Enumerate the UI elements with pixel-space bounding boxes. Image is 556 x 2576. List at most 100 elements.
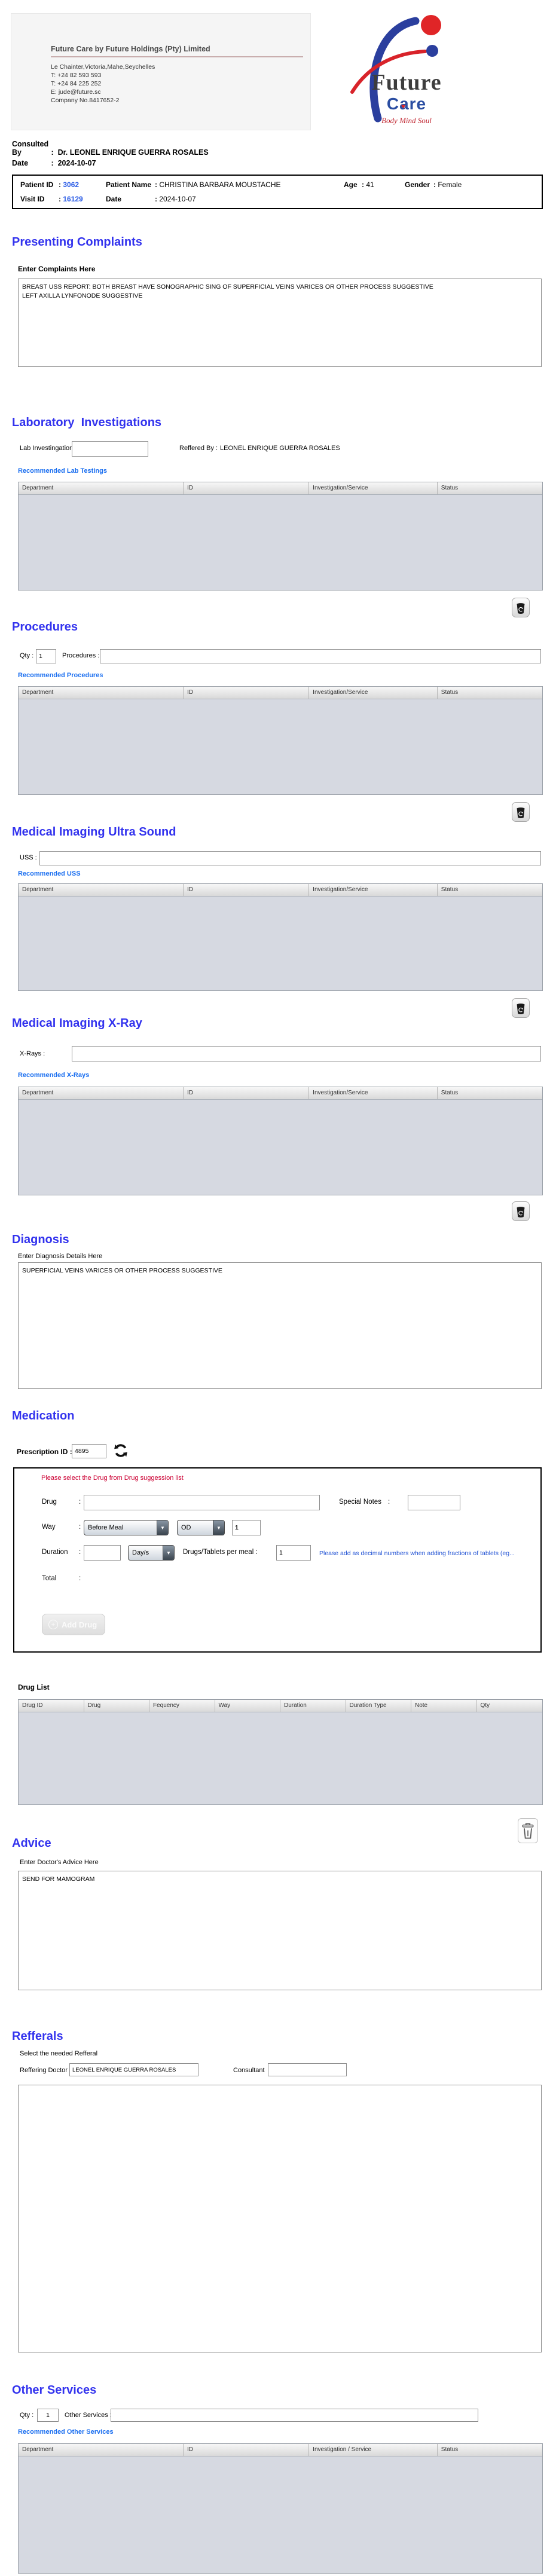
procedures-table-body[interactable] [19, 699, 542, 795]
section-title-diagnosis: Diagnosis [12, 1233, 69, 1247]
section-title-refferals: Refferals [12, 2030, 63, 2043]
col-investigation: Investigation/Service [309, 1087, 438, 1099]
way-meal-select[interactable]: Before Meal ▼ [84, 1520, 169, 1535]
patient-id-value: 3062 [63, 180, 79, 189]
uss-table-body[interactable] [19, 897, 542, 991]
consultant-input[interactable] [268, 2063, 347, 2076]
colon: : [79, 1523, 81, 1531]
xray-input[interactable] [72, 1046, 541, 1061]
col-status: Status [438, 482, 542, 494]
patient-info-box: Patient ID: 3062 Patient Name: CHRISTINA… [12, 175, 543, 209]
lab-testings-table: Department ID Investigation/Service Stat… [18, 482, 543, 591]
recommended-uss-link: Recommended USS [18, 870, 81, 877]
refresh-prescription-button[interactable] [112, 1443, 129, 1460]
colon: : [51, 148, 53, 157]
prescription-id-input[interactable] [72, 1444, 106, 1458]
section-title-laboratory: Laboratory Investigations [12, 416, 161, 430]
heart-icon: ♥ [401, 102, 406, 111]
diagnosis-label: Enter Diagnosis Details Here [18, 1253, 102, 1260]
col-department: Department [19, 884, 184, 896]
xray-table-body[interactable] [19, 1100, 542, 1195]
colon: : [155, 195, 157, 203]
reffering-doctor-input[interactable] [69, 2063, 198, 2076]
consulted-by-value: Dr. LEONEL ENRIQUE GUERRA ROSALES [58, 148, 209, 157]
col-note: Note [411, 1700, 477, 1712]
age-label: Age [344, 180, 362, 189]
colon: : [155, 180, 157, 189]
gender-label: Gender [405, 180, 433, 189]
reffering-doctor-label: Reffering Doctor [20, 2067, 68, 2074]
duration-input[interactable] [84, 1545, 121, 1561]
company-name: Future Care by Future Holdings (Pty) Lim… [51, 45, 210, 53]
logo-future-text: Future [344, 69, 469, 96]
plus-icon: + [48, 1620, 58, 1629]
visit-id-value: 16129 [63, 195, 83, 203]
section-title-xray: Medical Imaging X-Ray [12, 1017, 142, 1030]
xray-delete-button[interactable] [512, 1201, 530, 1221]
other-qty-input[interactable] [37, 2409, 59, 2422]
trash-outline-icon [521, 1822, 535, 1840]
complaints-textarea[interactable]: BREAST USS REPORT: BOTH BREAST HAVE SONO… [18, 279, 542, 367]
other-services-table-body[interactable] [19, 2456, 542, 2574]
consult-date-row: Date : 2024-10-07 [12, 159, 96, 167]
col-id: ID [184, 687, 309, 699]
uss-delete-button[interactable] [512, 998, 530, 1018]
drug-input[interactable] [84, 1495, 320, 1510]
procedures-delete-button[interactable] [512, 802, 530, 822]
uss-input[interactable] [39, 851, 541, 865]
col-department: Department [19, 482, 184, 494]
reffered-by-label: Reffered By : [179, 445, 218, 452]
trash-icon [515, 806, 526, 819]
col-way: Way [215, 1700, 281, 1712]
visit-id-label: Visit ID [20, 195, 59, 203]
section-title-medication: Medication [12, 1409, 74, 1423]
col-department: Department [19, 2444, 184, 2456]
drug-list-table: Drug ID Drug Fequency Way Duration Durat… [18, 1699, 543, 1805]
header-divider [51, 56, 303, 57]
special-notes-input[interactable] [408, 1495, 460, 1510]
trash-icon [515, 601, 526, 614]
visit-id-item: Visit ID: 16129 [20, 195, 83, 203]
company-logo: Future Care ♥ Body Mind Soul [344, 7, 469, 128]
procedures-input[interactable] [100, 649, 541, 663]
col-status: Status [438, 2444, 542, 2456]
colon: : [79, 1575, 81, 1582]
add-drug-button[interactable]: + Add Drug [42, 1614, 105, 1635]
duration-unit-select[interactable]: Day/s ▼ [128, 1545, 175, 1561]
gender-value: Female [438, 180, 462, 189]
per-meal-input[interactable] [276, 1545, 311, 1561]
refferal-list-box[interactable] [18, 2085, 542, 2352]
company-header: Future Care by Future Holdings (Pty) Lim… [11, 13, 311, 130]
col-status: Status [438, 687, 542, 699]
prescription-id-label: Prescription ID : [17, 1448, 72, 1456]
company-address: Le Chainter,Victoria,Mahe,Seychelles [51, 63, 155, 71]
lab-delete-button[interactable] [512, 598, 530, 617]
col-status: Status [438, 1087, 542, 1099]
col-id: ID [184, 2444, 309, 2456]
consultation-page: Future Care by Future Holdings (Pty) Lim… [0, 0, 556, 2576]
advice-textarea[interactable]: SEND FOR MAMOGRAM [18, 1871, 542, 1990]
colon: : [388, 1498, 390, 1506]
way-count-input[interactable] [232, 1520, 261, 1535]
table-header-row: Department ID Investigation/Service Stat… [19, 1087, 542, 1100]
patient-id-item: Patient ID: 3062 [20, 180, 79, 189]
col-id: ID [184, 1087, 309, 1099]
recommended-procedures-link: Recommended Procedures [18, 672, 103, 679]
table-header-row: Drug ID Drug Fequency Way Duration Durat… [19, 1700, 542, 1712]
section-title-uss: Medical Imaging Ultra Sound [12, 825, 176, 839]
procedures-qty-input[interactable] [36, 649, 56, 663]
other-services-input[interactable] [111, 2409, 478, 2422]
lab-testings-table-body[interactable] [19, 495, 542, 591]
lab-investigation-input[interactable] [72, 441, 148, 457]
company-phone-2: T: +24 84 225 252 [51, 79, 101, 88]
col-department: Department [19, 1087, 184, 1099]
procedures-table: Department ID Investigation/Service Stat… [18, 686, 543, 795]
colon: : [79, 1549, 81, 1556]
table-header-row: Department ID Investigation/Service Stat… [19, 687, 542, 699]
xray-table: Department ID Investigation/Service Stat… [18, 1087, 543, 1195]
way-frequency-select[interactable]: OD ▼ [177, 1520, 225, 1535]
drug-list-table-body[interactable] [19, 1712, 542, 1805]
colon: : [79, 1498, 81, 1506]
drug-list-delete-button[interactable] [518, 1818, 538, 1843]
diagnosis-textarea[interactable]: SUPERFICIAL VEINS VARICES OR OTHER PROCE… [18, 1262, 542, 1389]
